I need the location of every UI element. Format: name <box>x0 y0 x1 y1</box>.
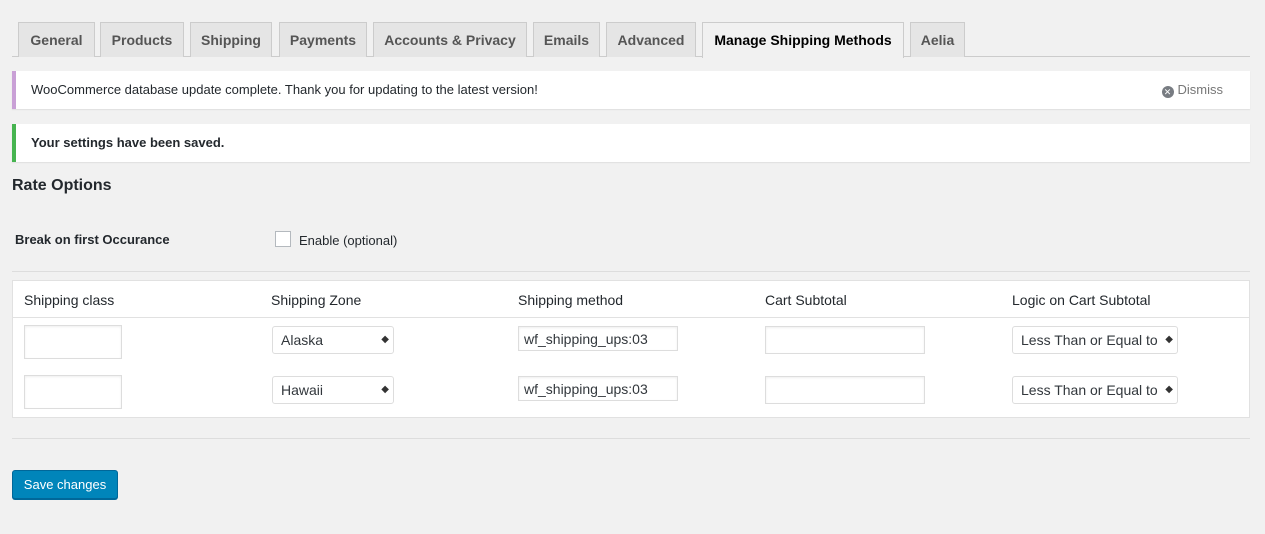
header-shipping-class: Shipping class <box>24 292 115 308</box>
shipping-method-input[interactable]: wf_shipping_ups:03 <box>518 376 678 401</box>
tab-aelia[interactable]: Aelia <box>910 22 965 57</box>
select-arrows-icon: ◆ <box>1165 384 1173 395</box>
tab-shipping[interactable]: Shipping <box>190 22 272 57</box>
break-option-checkbox-label[interactable]: Enable (optional) <box>299 233 397 248</box>
saved-notice: Your settings have been saved. <box>12 124 1250 162</box>
section-title: Rate Options <box>12 177 112 194</box>
update-notice: WooCommerce database update complete. Th… <box>12 71 1250 109</box>
select-arrows-icon: ◆ <box>381 334 389 345</box>
save-changes-button[interactable]: Save changes <box>12 470 118 499</box>
select-arrows-icon: ◆ <box>1165 334 1173 345</box>
header-shipping-zone: Shipping Zone <box>271 292 362 308</box>
shipping-zone-select[interactable]: Hawaii ◆ <box>272 376 394 404</box>
shipping-class-input[interactable] <box>24 325 122 359</box>
shipping-zone-select[interactable]: Alaska ◆ <box>272 326 394 354</box>
cart-subtotal-input[interactable] <box>765 326 925 354</box>
logic-value: Less Than or Equal to <box>1021 332 1158 348</box>
shipping-zone-value: Hawaii <box>281 382 324 398</box>
shipping-class-input[interactable] <box>24 375 122 409</box>
tab-accounts-privacy[interactable]: Accounts & Privacy <box>373 22 527 57</box>
update-notice-text: WooCommerce database update complete. Th… <box>31 82 538 97</box>
tab-emails[interactable]: Emails <box>533 22 600 57</box>
rates-table: Shipping class Shipping Zone Shipping me… <box>12 280 1250 418</box>
settings-tabs: General Products Shipping Payments Accou… <box>12 22 1250 58</box>
logic-select[interactable]: Less Than or Equal to ◆ <box>1012 376 1178 404</box>
logic-select[interactable]: Less Than or Equal to ◆ <box>1012 326 1178 354</box>
divider <box>12 438 1250 439</box>
tab-manage-shipping-methods[interactable]: Manage Shipping Methods <box>702 22 904 58</box>
break-option-checkbox[interactable] <box>275 231 291 247</box>
tab-payments[interactable]: Payments <box>279 22 367 57</box>
break-option-label: Break on first Occurance <box>15 232 170 247</box>
close-icon: ✕ <box>1161 86 1174 98</box>
saved-notice-text: Your settings have been saved. <box>31 135 225 150</box>
tab-advanced[interactable]: Advanced <box>606 22 696 57</box>
shipping-method-input[interactable]: wf_shipping_ups:03 <box>518 326 678 351</box>
logic-value: Less Than or Equal to <box>1021 382 1158 398</box>
header-cart-subtotal: Cart Subtotal <box>765 292 847 308</box>
select-arrows-icon: ◆ <box>381 384 389 395</box>
header-logic: Logic on Cart Subtotal <box>1012 292 1151 308</box>
dismiss-button[interactable]: ✕ Dismiss <box>1161 82 1224 98</box>
shipping-zone-value: Alaska <box>281 332 324 348</box>
tab-products[interactable]: Products <box>100 22 184 57</box>
header-shipping-method: Shipping method <box>518 292 624 308</box>
tab-general[interactable]: General <box>18 22 95 57</box>
cart-subtotal-input[interactable] <box>765 376 925 404</box>
header-divider <box>13 317 1249 318</box>
divider <box>12 271 1250 272</box>
dismiss-label: Dismiss <box>1177 82 1224 97</box>
